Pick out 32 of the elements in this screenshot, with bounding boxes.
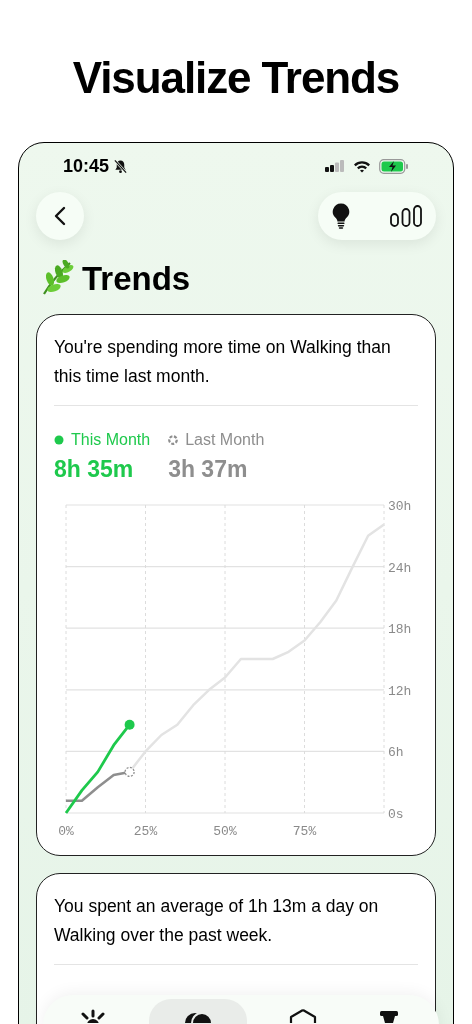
insight-message: You spent an average of 1h 13m a day on Walking over the past week. xyxy=(54,895,380,947)
y-axis-label: 12h xyxy=(388,683,412,699)
legend-label: Last Month xyxy=(185,430,265,450)
x-axis-label: 50% xyxy=(213,824,237,839)
x-axis-label: 25% xyxy=(133,824,158,839)
y-axis-label: 18h xyxy=(388,622,412,638)
y-axis-label: 0s xyxy=(388,807,404,822)
y-axis-label: 30h xyxy=(388,499,412,514)
back-button[interactable] xyxy=(36,192,84,240)
y-axis-label: 6h xyxy=(388,745,404,761)
bell-muted-icon xyxy=(113,158,129,174)
legend-label: This Month xyxy=(71,430,151,450)
chevron-left-icon xyxy=(54,206,66,226)
x-axis-label: 0% xyxy=(58,824,74,839)
page-title: Trends xyxy=(82,261,191,295)
legend-dot xyxy=(54,435,64,445)
insight-message: You're spending more time on Walking than this time last month. xyxy=(54,336,392,388)
legend-value: 8h 35m xyxy=(54,458,135,481)
wifi-icon xyxy=(353,159,371,173)
last-month-marker xyxy=(124,766,135,778)
y-axis-label: 24h xyxy=(388,560,412,576)
signal-icon xyxy=(325,160,345,172)
status-time: 10:45 xyxy=(63,154,110,178)
hexagon-icon xyxy=(288,1009,318,1023)
legend-dashed-circle xyxy=(168,435,179,445)
this-month-marker xyxy=(124,719,135,730)
lightbulb-icon[interactable] xyxy=(332,203,350,229)
headline: Visualize Trends xyxy=(72,56,400,100)
x-axis-label: 75% xyxy=(292,824,317,839)
bar-chart-icon[interactable] xyxy=(390,205,422,227)
legend-value: 3h 37m xyxy=(168,458,249,481)
battery-charging-icon xyxy=(379,158,409,174)
